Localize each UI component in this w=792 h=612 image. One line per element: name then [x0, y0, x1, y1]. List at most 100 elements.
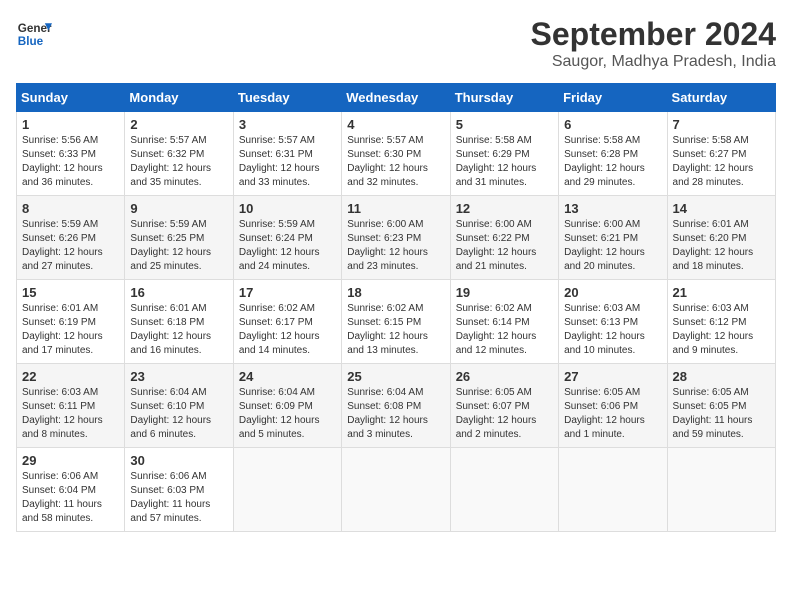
day-number: 29	[22, 453, 119, 468]
day-number: 30	[130, 453, 227, 468]
day-number: 24	[239, 369, 336, 384]
svg-text:Blue: Blue	[18, 35, 44, 48]
calendar-cell	[233, 448, 341, 532]
day-number: 26	[456, 369, 553, 384]
calendar-cell: 12 Sunrise: 6:00 AMSunset: 6:22 PMDaylig…	[450, 196, 558, 280]
week-row-1: 1 Sunrise: 5:56 AMSunset: 6:33 PMDayligh…	[17, 112, 776, 196]
day-info: Sunrise: 6:02 AMSunset: 6:14 PMDaylight:…	[456, 302, 553, 358]
calendar-cell: 21 Sunrise: 6:03 AMSunset: 6:12 PMDaylig…	[667, 280, 775, 364]
day-info: Sunrise: 5:57 AMSunset: 6:32 PMDaylight:…	[130, 134, 227, 190]
calendar-cell	[450, 448, 558, 532]
calendar-cell: 18 Sunrise: 6:02 AMSunset: 6:15 PMDaylig…	[342, 280, 450, 364]
day-info: Sunrise: 5:59 AMSunset: 6:26 PMDaylight:…	[22, 218, 119, 274]
day-info: Sunrise: 5:56 AMSunset: 6:33 PMDaylight:…	[22, 134, 119, 190]
day-number: 25	[347, 369, 444, 384]
day-info: Sunrise: 6:05 AMSunset: 6:06 PMDaylight:…	[564, 386, 661, 442]
day-info: Sunrise: 6:01 AMSunset: 6:20 PMDaylight:…	[673, 218, 770, 274]
day-number: 23	[130, 369, 227, 384]
calendar-cell: 13 Sunrise: 6:00 AMSunset: 6:21 PMDaylig…	[559, 196, 667, 280]
day-number: 1	[22, 117, 119, 132]
day-number: 27	[564, 369, 661, 384]
day-number: 11	[347, 201, 444, 216]
day-number: 28	[673, 369, 770, 384]
day-info: Sunrise: 5:58 AMSunset: 6:27 PMDaylight:…	[673, 134, 770, 190]
day-number: 14	[673, 201, 770, 216]
calendar-cell: 20 Sunrise: 6:03 AMSunset: 6:13 PMDaylig…	[559, 280, 667, 364]
weekday-header-sunday: Sunday	[17, 84, 125, 112]
week-row-3: 15 Sunrise: 6:01 AMSunset: 6:19 PMDaylig…	[17, 280, 776, 364]
page-header: General Blue September 2024 Saugor, Madh…	[16, 16, 776, 71]
main-title: September 2024	[531, 16, 776, 53]
day-number: 12	[456, 201, 553, 216]
day-number: 5	[456, 117, 553, 132]
weekday-header-wednesday: Wednesday	[342, 84, 450, 112]
calendar-cell: 29 Sunrise: 6:06 AMSunset: 6:04 PMDaylig…	[17, 448, 125, 532]
weekday-header-friday: Friday	[559, 84, 667, 112]
day-info: Sunrise: 5:57 AMSunset: 6:31 PMDaylight:…	[239, 134, 336, 190]
week-row-4: 22 Sunrise: 6:03 AMSunset: 6:11 PMDaylig…	[17, 364, 776, 448]
day-info: Sunrise: 6:02 AMSunset: 6:17 PMDaylight:…	[239, 302, 336, 358]
day-number: 9	[130, 201, 227, 216]
day-info: Sunrise: 6:05 AMSunset: 6:07 PMDaylight:…	[456, 386, 553, 442]
calendar-cell: 22 Sunrise: 6:03 AMSunset: 6:11 PMDaylig…	[17, 364, 125, 448]
calendar-cell	[559, 448, 667, 532]
weekday-header-thursday: Thursday	[450, 84, 558, 112]
day-number: 2	[130, 117, 227, 132]
calendar-cell: 25 Sunrise: 6:04 AMSunset: 6:08 PMDaylig…	[342, 364, 450, 448]
calendar-cell: 17 Sunrise: 6:02 AMSunset: 6:17 PMDaylig…	[233, 280, 341, 364]
day-info: Sunrise: 6:04 AMSunset: 6:10 PMDaylight:…	[130, 386, 227, 442]
day-info: Sunrise: 6:02 AMSunset: 6:15 PMDaylight:…	[347, 302, 444, 358]
day-info: Sunrise: 5:58 AMSunset: 6:28 PMDaylight:…	[564, 134, 661, 190]
day-info: Sunrise: 6:03 AMSunset: 6:11 PMDaylight:…	[22, 386, 119, 442]
day-info: Sunrise: 5:57 AMSunset: 6:30 PMDaylight:…	[347, 134, 444, 190]
day-number: 21	[673, 285, 770, 300]
weekday-header-saturday: Saturday	[667, 84, 775, 112]
calendar-cell: 24 Sunrise: 6:04 AMSunset: 6:09 PMDaylig…	[233, 364, 341, 448]
calendar-cell	[342, 448, 450, 532]
calendar-cell: 28 Sunrise: 6:05 AMSunset: 6:05 PMDaylig…	[667, 364, 775, 448]
day-info: Sunrise: 6:04 AMSunset: 6:08 PMDaylight:…	[347, 386, 444, 442]
day-number: 15	[22, 285, 119, 300]
day-info: Sunrise: 6:04 AMSunset: 6:09 PMDaylight:…	[239, 386, 336, 442]
calendar-cell	[667, 448, 775, 532]
day-info: Sunrise: 6:03 AMSunset: 6:12 PMDaylight:…	[673, 302, 770, 358]
week-row-2: 8 Sunrise: 5:59 AMSunset: 6:26 PMDayligh…	[17, 196, 776, 280]
day-number: 20	[564, 285, 661, 300]
calendar-cell: 26 Sunrise: 6:05 AMSunset: 6:07 PMDaylig…	[450, 364, 558, 448]
calendar-cell: 11 Sunrise: 6:00 AMSunset: 6:23 PMDaylig…	[342, 196, 450, 280]
day-number: 3	[239, 117, 336, 132]
weekday-header-row: SundayMondayTuesdayWednesdayThursdayFrid…	[17, 84, 776, 112]
calendar-cell: 8 Sunrise: 5:59 AMSunset: 6:26 PMDayligh…	[17, 196, 125, 280]
day-number: 6	[564, 117, 661, 132]
day-info: Sunrise: 6:00 AMSunset: 6:22 PMDaylight:…	[456, 218, 553, 274]
weekday-header-tuesday: Tuesday	[233, 84, 341, 112]
day-number: 16	[130, 285, 227, 300]
logo-icon: General Blue	[16, 16, 52, 52]
day-number: 7	[673, 117, 770, 132]
day-info: Sunrise: 5:59 AMSunset: 6:25 PMDaylight:…	[130, 218, 227, 274]
day-number: 17	[239, 285, 336, 300]
calendar-cell: 1 Sunrise: 5:56 AMSunset: 6:33 PMDayligh…	[17, 112, 125, 196]
calendar-table: SundayMondayTuesdayWednesdayThursdayFrid…	[16, 83, 776, 532]
day-number: 4	[347, 117, 444, 132]
calendar-cell: 9 Sunrise: 5:59 AMSunset: 6:25 PMDayligh…	[125, 196, 233, 280]
week-row-5: 29 Sunrise: 6:06 AMSunset: 6:04 PMDaylig…	[17, 448, 776, 532]
day-number: 19	[456, 285, 553, 300]
day-number: 8	[22, 201, 119, 216]
calendar-cell: 14 Sunrise: 6:01 AMSunset: 6:20 PMDaylig…	[667, 196, 775, 280]
calendar-cell: 23 Sunrise: 6:04 AMSunset: 6:10 PMDaylig…	[125, 364, 233, 448]
title-block: September 2024 Saugor, Madhya Pradesh, I…	[531, 16, 776, 71]
calendar-cell: 6 Sunrise: 5:58 AMSunset: 6:28 PMDayligh…	[559, 112, 667, 196]
calendar-cell: 19 Sunrise: 6:02 AMSunset: 6:14 PMDaylig…	[450, 280, 558, 364]
day-info: Sunrise: 6:06 AMSunset: 6:04 PMDaylight:…	[22, 470, 119, 526]
day-info: Sunrise: 6:05 AMSunset: 6:05 PMDaylight:…	[673, 386, 770, 442]
day-info: Sunrise: 5:59 AMSunset: 6:24 PMDaylight:…	[239, 218, 336, 274]
day-number: 22	[22, 369, 119, 384]
day-number: 13	[564, 201, 661, 216]
weekday-header-monday: Monday	[125, 84, 233, 112]
calendar-cell: 2 Sunrise: 5:57 AMSunset: 6:32 PMDayligh…	[125, 112, 233, 196]
day-info: Sunrise: 6:03 AMSunset: 6:13 PMDaylight:…	[564, 302, 661, 358]
subtitle: Saugor, Madhya Pradesh, India	[531, 53, 776, 71]
calendar-cell: 16 Sunrise: 6:01 AMSunset: 6:18 PMDaylig…	[125, 280, 233, 364]
day-info: Sunrise: 6:01 AMSunset: 6:19 PMDaylight:…	[22, 302, 119, 358]
